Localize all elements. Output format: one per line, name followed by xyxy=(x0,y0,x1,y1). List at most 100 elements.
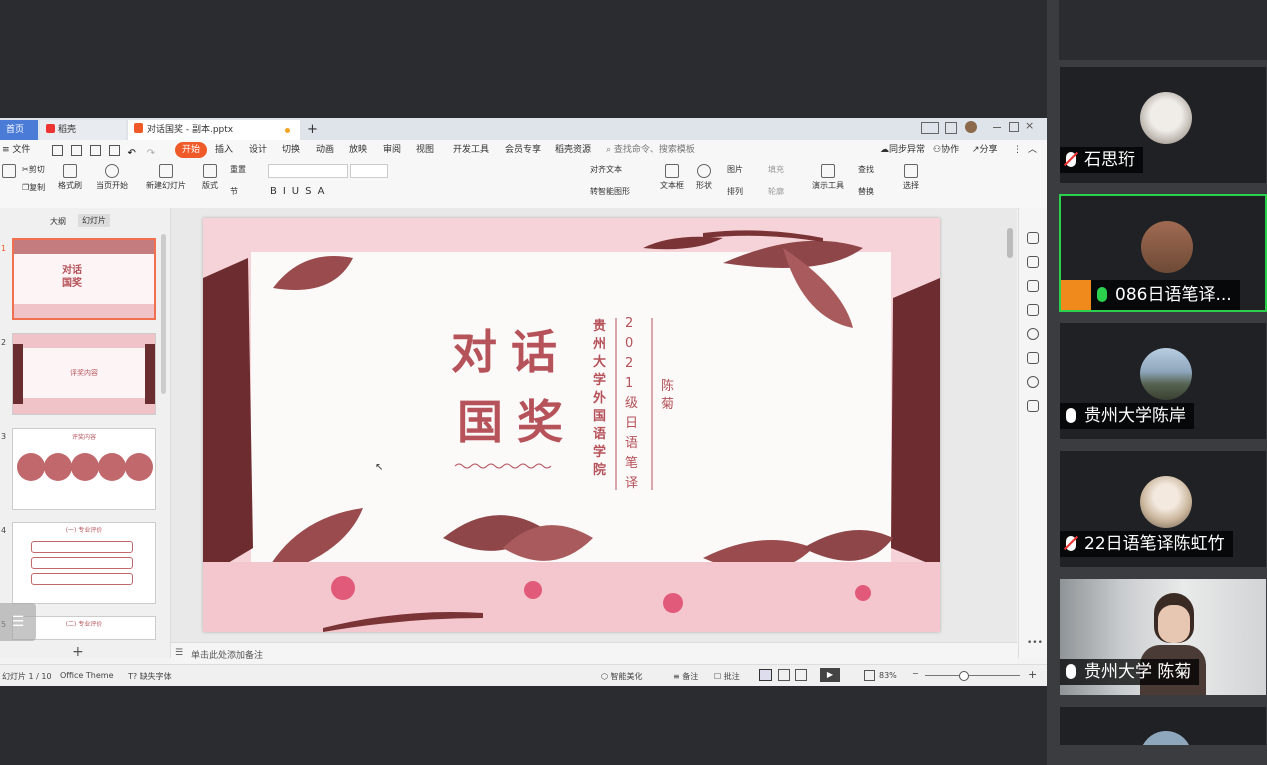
share-button[interactable]: ↗分享 xyxy=(972,144,998,156)
smartart-button[interactable]: 转智能图形 xyxy=(590,186,630,197)
menu-view[interactable]: 视图 xyxy=(416,144,434,156)
zoom-slider[interactable] xyxy=(925,675,1020,676)
book-icon[interactable] xyxy=(1027,400,1039,412)
menu-member[interactable]: 会员专享 xyxy=(505,144,541,156)
more-tools-icon[interactable]: ••• xyxy=(1027,638,1043,648)
menu-design[interactable]: 设计 xyxy=(249,144,267,156)
close-icon[interactable]: × xyxy=(1025,119,1034,132)
export-icon[interactable] xyxy=(70,145,82,156)
format-painter-button[interactable]: 格式刷 xyxy=(58,164,82,191)
play-current-button[interactable]: 当页开始 xyxy=(96,164,128,191)
star-icon[interactable] xyxy=(1027,280,1039,292)
menu-slideshow[interactable]: 放映 xyxy=(349,144,367,156)
missing-font-button[interactable]: T? 缺失字体 xyxy=(128,671,172,682)
participant-tile-speaking[interactable]: 086日语笔译... xyxy=(1059,194,1267,312)
new-tab-button[interactable]: + xyxy=(304,120,322,140)
outline-button[interactable]: 轮廓 xyxy=(768,186,784,197)
participant-tile[interactable]: 石思珩 xyxy=(1059,66,1267,184)
command-search[interactable]: ⌕ 查找命令、搜索模板 xyxy=(606,144,695,156)
zoom-in-button[interactable]: + xyxy=(1028,668,1037,681)
participant-tile[interactable]: 贵州大学陈岸 xyxy=(1059,322,1267,440)
textbox-button[interactable]: 文本框 xyxy=(660,164,684,191)
pin-icon[interactable] xyxy=(1027,232,1039,244)
fill-button[interactable]: 填充 xyxy=(768,164,784,175)
properties-icon[interactable] xyxy=(1027,256,1039,268)
arrange-button[interactable]: 排列 xyxy=(727,186,743,197)
slide-thumb-3[interactable]: 评奖内容 xyxy=(12,428,156,510)
collapse-ribbon-icon[interactable]: ︿ xyxy=(1028,144,1037,156)
notes-toggle-button[interactable]: ≡ 备注 xyxy=(673,671,698,682)
canvas-scrollbar[interactable] xyxy=(1007,228,1013,258)
cut-button[interactable]: ✂剪切 xyxy=(22,164,45,175)
undo-icon[interactable]: ↶ xyxy=(128,149,136,159)
slide-thumb-2[interactable]: 评奖内容 xyxy=(12,333,156,415)
presentation-tools-button[interactable]: 演示工具 xyxy=(812,164,844,191)
user-avatar[interactable] xyxy=(965,121,977,133)
participant-video-tile[interactable]: 贵州大学 陈菊 xyxy=(1059,578,1267,696)
play-slideshow-button[interactable]: ▶ xyxy=(820,668,840,682)
notes-pane[interactable]: ☰ 单击此处添加备注 xyxy=(171,642,1017,665)
font-family-select[interactable] xyxy=(268,164,348,178)
panel-scrollbar[interactable] xyxy=(161,234,166,394)
comments-button[interactable]: ☐ 批注 xyxy=(714,671,740,682)
paste-button[interactable] xyxy=(2,164,16,180)
menu-file[interactable]: ≡ 文件 xyxy=(2,144,30,156)
menu-developer[interactable]: 开发工具 xyxy=(453,144,489,156)
smart-beautify-button[interactable]: ⬡ 智能美化 xyxy=(601,671,643,682)
find-button[interactable]: 查找 xyxy=(858,164,874,175)
add-slide-button[interactable]: + xyxy=(72,644,84,660)
copy-button[interactable]: ❐复制 xyxy=(22,182,45,193)
menu-home[interactable]: 开始 xyxy=(175,142,208,158)
collaborate-button[interactable]: ⚇协作 xyxy=(933,144,959,156)
slide-thumb-4[interactable]: (一) 专业评价 xyxy=(12,522,156,604)
participant-tile-partial[interactable] xyxy=(1059,706,1267,746)
floating-menu-button[interactable]: ☰ xyxy=(0,603,36,641)
reading-view-icon[interactable] xyxy=(795,669,807,681)
slide-editing-area[interactable]: 对话 国奖 贵州大学外国语学院 2021级日语笔译 陈菊 ↖ xyxy=(171,208,1017,642)
copy-style-icon[interactable] xyxy=(1027,304,1039,316)
zoom-level[interactable]: 83% xyxy=(879,671,897,680)
theme-name[interactable]: Office Theme xyxy=(60,671,114,680)
print-icon[interactable] xyxy=(89,145,101,156)
fit-window-icon[interactable] xyxy=(864,670,875,681)
layout-button[interactable]: 版式 xyxy=(202,164,218,191)
help-icon[interactable] xyxy=(1027,328,1039,340)
menu-animation[interactable]: 动画 xyxy=(316,144,334,156)
slide-thumb-1[interactable]: 对话国奖 xyxy=(12,238,156,320)
preview-icon[interactable] xyxy=(108,145,120,156)
select-button[interactable]: 选择 xyxy=(903,164,919,191)
image-icon[interactable] xyxy=(1027,352,1039,364)
shape-button[interactable]: 形状 xyxy=(696,164,712,191)
tab-home[interactable]: 首页 xyxy=(0,120,38,140)
tab-document[interactable]: 对话国奖 - 副本.pptx xyxy=(128,120,300,140)
picture-button[interactable]: 图片 xyxy=(727,164,743,175)
slide-canvas[interactable]: 对话 国奖 贵州大学外国语学院 2021级日语笔译 陈菊 ↖ xyxy=(203,218,940,632)
align-text-button[interactable]: 对齐文本 xyxy=(590,164,622,175)
normal-view-icon[interactable] xyxy=(759,669,772,681)
text-format-buttons[interactable]: BIUSA xyxy=(270,186,331,197)
participant-tile[interactable]: 22日语笔译陈虹竹 xyxy=(1059,450,1267,568)
tab-slides[interactable]: 幻灯片 xyxy=(78,214,110,227)
font-size-select[interactable] xyxy=(350,164,388,178)
reset-button[interactable]: 重置 xyxy=(230,164,246,175)
location-icon[interactable] xyxy=(1027,376,1039,388)
menu-docer-resources[interactable]: 稻壳资源 xyxy=(555,144,591,156)
zoom-slider-thumb[interactable] xyxy=(959,671,969,681)
redo-icon[interactable]: ↷ xyxy=(147,149,155,159)
zoom-out-button[interactable]: − xyxy=(912,669,919,678)
tab-docer[interactable]: 稻壳 xyxy=(40,120,126,140)
minimize-icon[interactable] xyxy=(993,127,1001,128)
section-button[interactable]: 节 xyxy=(230,186,238,197)
grid-icon[interactable] xyxy=(945,122,957,134)
new-slide-button[interactable]: 新建幻灯片 xyxy=(146,164,186,191)
save-icon[interactable] xyxy=(52,145,63,156)
menu-insert[interactable]: 插入 xyxy=(215,144,233,156)
sync-status[interactable]: ☁同步异常 xyxy=(880,144,925,156)
layout-icon[interactable] xyxy=(921,122,939,134)
tab-outline[interactable]: 大纲 xyxy=(50,216,66,227)
restore-icon[interactable] xyxy=(1009,122,1019,132)
replace-button[interactable]: 替换 xyxy=(858,186,874,197)
menu-review[interactable]: 审阅 xyxy=(383,144,401,156)
menu-transition[interactable]: 切换 xyxy=(282,144,300,156)
more-icon[interactable]: ⋮ xyxy=(1013,144,1022,156)
